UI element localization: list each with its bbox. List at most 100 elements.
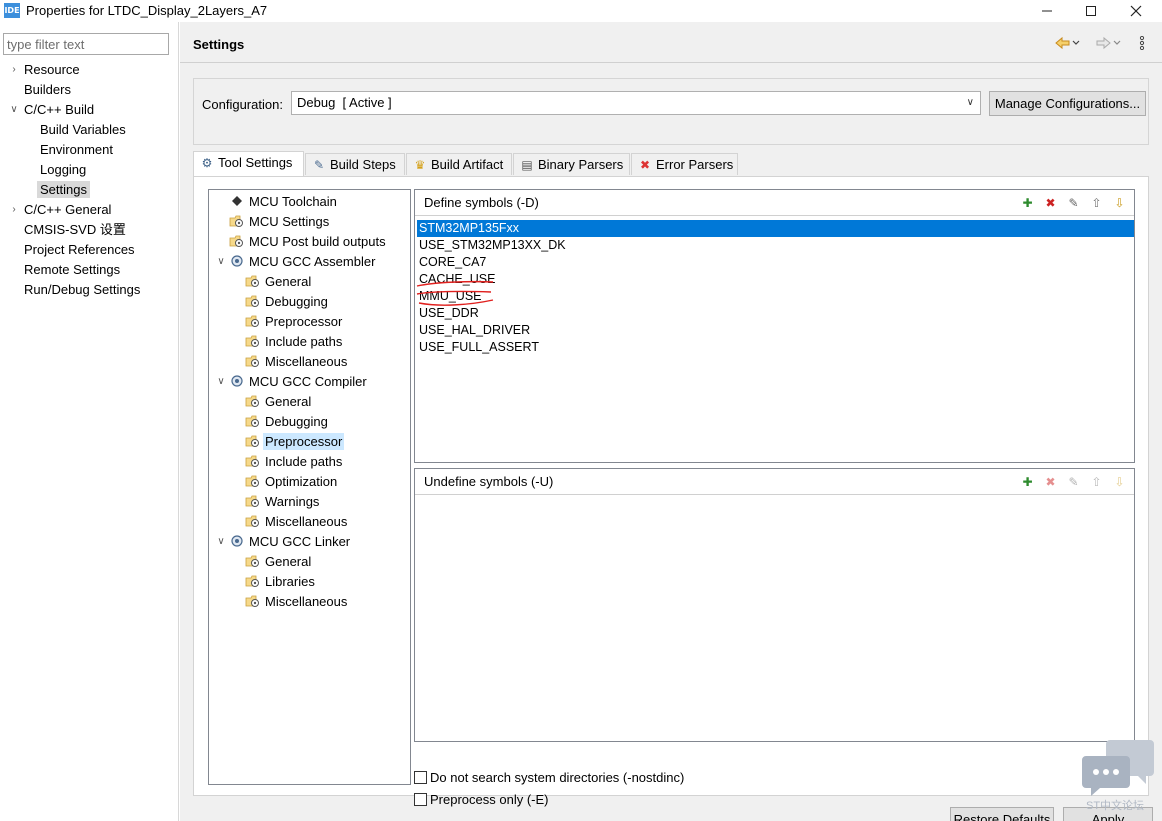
window-title: Properties for LTDC_Display_2Layers_A7 <box>26 3 268 18</box>
sidebar-item-label: Remote Settings <box>24 262 121 277</box>
tool-settings-panel: MCU Toolchain MCU Settings MCU Post build … <box>193 176 1149 807</box>
chevron-down-icon[interactable]: ∨ <box>215 252 227 272</box>
sidebar-item[interactable]: Build Variables <box>40 120 126 140</box>
tool-tree-item[interactable]: MCU Toolchain <box>229 192 337 212</box>
delete-icon[interactable]: ✖ <box>1042 474 1059 490</box>
add-icon[interactable]: ✚ <box>1019 195 1036 211</box>
tool-tree-item[interactable]: Miscellaneous <box>245 512 347 532</box>
option-category-icon <box>245 515 259 527</box>
tab-build-artifact[interactable]: ♛ Build Artifact <box>406 153 512 175</box>
sidebar-item-label: Logging <box>40 162 87 177</box>
chevron-down-icon[interactable]: ∨ <box>215 532 227 552</box>
chevron-right-icon[interactable]: › <box>8 60 20 80</box>
tool-tree-label: MCU GCC Linker <box>249 534 351 549</box>
tool-tree-label: MCU GCC Assembler <box>249 254 376 269</box>
tool-tree-item[interactable]: Include paths <box>245 452 342 472</box>
chevron-right-icon[interactable]: › <box>8 200 20 220</box>
back-button[interactable] <box>1054 36 1080 53</box>
tool-tree-item[interactable]: General <box>245 272 311 292</box>
restore-defaults-button[interactable]: Restore Defaults <box>950 807 1054 821</box>
add-icon[interactable]: ✚ <box>1019 474 1036 490</box>
forward-button[interactable] <box>1095 36 1121 53</box>
tool-tree-item[interactable]: Optimization <box>245 472 337 492</box>
chevron-down-icon[interactable]: ∨ <box>8 100 20 120</box>
define-symbol-row[interactable]: STM32MP135Fxx <box>417 220 1134 237</box>
tool-tree-label: General <box>265 554 312 569</box>
sidebar-item[interactable]: › C/C++ General <box>12 200 111 220</box>
move-down-icon[interactable]: ⇩ <box>1111 474 1128 490</box>
option-category-icon <box>245 335 259 347</box>
chevron-down-icon[interactable]: ∨ <box>215 372 227 392</box>
minimize-button[interactable] <box>1024 0 1070 22</box>
tab-binary-parsers[interactable]: ▤ Binary Parsers <box>513 153 630 175</box>
sidebar-item[interactable]: ∨ C/C++ Build <box>10 100 94 120</box>
tool-tree-label: MCU Settings <box>249 214 330 229</box>
tool-tree-label: General <box>265 274 312 289</box>
tool-tree: MCU Toolchain MCU Settings MCU Post build … <box>208 189 411 785</box>
tool-tree-item[interactable]: Include paths <box>245 332 342 352</box>
sidebar-item[interactable]: CMSIS-SVD 设置 <box>24 220 126 240</box>
tool-tree-label: MCU GCC Compiler <box>249 374 367 389</box>
move-up-icon[interactable]: ⇧ <box>1088 474 1105 490</box>
tab-label: Build Artifact <box>431 157 504 172</box>
tool-tree-item[interactable]: Debugging <box>245 292 328 312</box>
configuration-select[interactable]: Debug [ Active ] ∨ <box>291 91 981 115</box>
sidebar-item[interactable]: Project References <box>24 240 135 260</box>
option-category-icon <box>245 395 259 407</box>
close-button[interactable] <box>1113 0 1159 22</box>
edit-icon[interactable]: ✎ <box>1065 474 1082 490</box>
tool-tree-item[interactable]: General <box>245 392 311 412</box>
preprocess-only-label: Preprocess only (-E) <box>430 792 549 807</box>
sidebar-item[interactable]: › Resource <box>12 60 79 80</box>
sidebar-item[interactable]: Logging <box>40 160 86 180</box>
underline-stroke <box>416 280 494 287</box>
undefine-symbols-list: Undefine symbols (-U) ✚ ✖ ✎ ⇧ ⇩ <box>414 468 1135 742</box>
nostdinc-checkbox[interactable] <box>414 771 427 784</box>
tool-tree-item[interactable]: General <box>245 552 311 572</box>
delete-icon[interactable]: ✖ <box>1042 195 1059 211</box>
define-symbol-row[interactable]: USE_FULL_ASSERT <box>417 339 539 356</box>
move-down-icon[interactable]: ⇩ <box>1111 195 1128 211</box>
sidebar-item[interactable]: Run/Debug Settings <box>24 280 140 300</box>
edit-icon[interactable]: ✎ <box>1065 195 1082 211</box>
sidebar-item-label: Environment <box>40 142 113 157</box>
define-symbol-row[interactable]: USE_HAL_DRIVER <box>417 322 530 339</box>
back-arrow-icon <box>1055 36 1080 50</box>
tool-tree-item[interactable]: ∨ MCU GCC Linker <box>217 532 351 552</box>
manage-configurations-button[interactable]: Manage Configurations... <box>989 91 1146 116</box>
nostdinc-option[interactable]: Do not search system directories (-nostd… <box>414 770 684 785</box>
tool-tree-item[interactable]: Preprocessor <box>245 312 342 332</box>
maximize-button[interactable] <box>1068 0 1114 22</box>
tool-tree-item[interactable]: Debugging <box>245 412 328 432</box>
sidebar-item[interactable]: Builders <box>24 80 71 100</box>
maximize-icon <box>1086 6 1096 16</box>
sidebar-item[interactable]: Environment <box>40 140 113 160</box>
option-category-icon <box>229 215 243 227</box>
undefine-symbols-title: Undefine symbols (-U) <box>424 474 554 489</box>
build-steps-icon: ✎ <box>313 158 325 172</box>
sidebar-item-label: CMSIS-SVD 设置 <box>24 222 126 237</box>
tool-tree-item[interactable]: ∨ MCU GCC Compiler <box>217 372 367 392</box>
sidebar-item-label: Settings <box>37 181 90 198</box>
tool-tree-item[interactable]: Miscellaneous <box>245 352 347 372</box>
tab-error-parsers[interactable]: ✖ Error Parsers <box>631 153 738 175</box>
tool-tree-item[interactable]: Libraries <box>245 572 315 592</box>
preprocess-only-checkbox[interactable] <box>414 793 427 806</box>
move-up-icon[interactable]: ⇧ <box>1088 195 1105 211</box>
filter-input[interactable] <box>3 33 169 55</box>
tool-tree-item[interactable]: MCU Settings <box>229 212 329 232</box>
sidebar-item[interactable]: Remote Settings <box>24 260 120 280</box>
option-category-icon <box>245 275 259 287</box>
tool-tree-label: Preprocessor <box>263 433 345 450</box>
tool-tree-item[interactable]: Miscellaneous <box>245 592 347 612</box>
tab-tool-settings[interactable]: ⚙ Tool Settings <box>193 151 304 177</box>
tool-tree-item[interactable]: Warnings <box>245 492 319 512</box>
tool-tree-label: MCU Toolchain <box>249 194 337 209</box>
tab-build-steps[interactable]: ✎ Build Steps <box>305 153 405 175</box>
view-menu-button[interactable] <box>1138 35 1146 53</box>
tool-tree-item[interactable]: MCU Post build outputs <box>229 232 386 252</box>
preprocess-only-option[interactable]: Preprocess only (-E) <box>414 792 548 807</box>
sidebar-item[interactable]: Settings <box>37 180 90 200</box>
tool-tree-item[interactable]: ∨ MCU GCC Assembler <box>217 252 376 272</box>
tool-tree-item[interactable]: Preprocessor <box>245 432 345 452</box>
